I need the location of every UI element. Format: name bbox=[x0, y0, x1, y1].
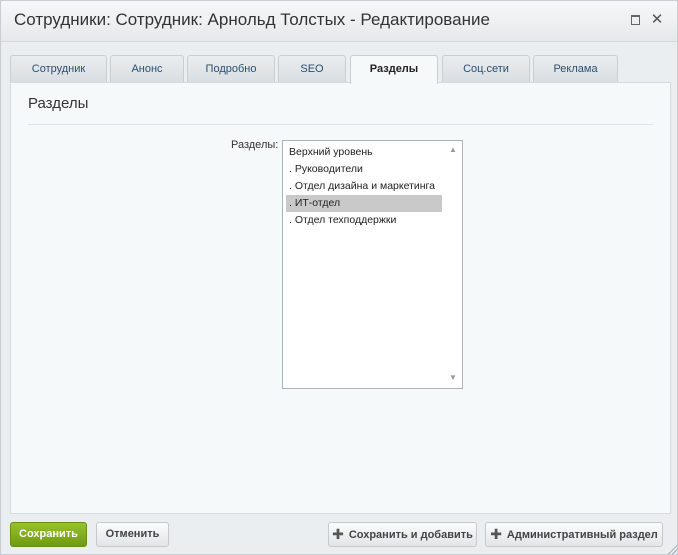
save-and-add-button[interactable]: ✚ Сохранить и добавить bbox=[328, 522, 477, 547]
plus-icon: ✚ bbox=[490, 526, 502, 542]
sections-panel: Разделы Разделы: Верхний уровень . Руков… bbox=[10, 82, 671, 514]
tab-employee[interactable]: Сотрудник bbox=[10, 55, 107, 82]
sections-field-label: Разделы: bbox=[231, 139, 279, 151]
plus-icon: ✚ bbox=[332, 526, 344, 542]
option-top-level[interactable]: Верхний уровень bbox=[286, 144, 442, 161]
scroll-up-icon[interactable]: ▲ bbox=[447, 145, 459, 155]
save-button[interactable]: Сохранить bbox=[10, 522, 87, 547]
maximize-icon[interactable] bbox=[627, 12, 643, 28]
dialog-title: Сотрудники: Сотрудник: Арнольд Толстых -… bbox=[14, 10, 490, 29]
title-bar[interactable]: Сотрудники: Сотрудник: Арнольд Толстых -… bbox=[1, 1, 677, 42]
admin-section-button[interactable]: ✚ Административный раздел bbox=[485, 522, 663, 547]
sections-multiselect[interactable]: Верхний уровень . Руководители . Отдел д… bbox=[282, 140, 463, 389]
tab-details[interactable]: Подробно bbox=[187, 55, 275, 82]
panel-divider bbox=[28, 124, 653, 125]
scroll-down-icon[interactable]: ▼ bbox=[447, 373, 459, 383]
option-design-marketing[interactable]: . Отдел дизайна и маркетинга bbox=[286, 178, 442, 195]
tab-ads[interactable]: Реклама bbox=[533, 55, 618, 82]
tab-seo[interactable]: SEO bbox=[278, 55, 346, 82]
panel-title: Разделы bbox=[28, 95, 89, 112]
close-icon[interactable]: ✕ bbox=[649, 12, 665, 28]
resize-handle[interactable] bbox=[667, 544, 677, 554]
option-support[interactable]: . Отдел техподдержки bbox=[286, 212, 442, 229]
tab-announce[interactable]: Анонс bbox=[110, 55, 184, 82]
option-it-department[interactable]: . ИТ-отдел bbox=[286, 195, 442, 212]
tab-social[interactable]: Соц.сети bbox=[442, 55, 530, 82]
edit-dialog: Сотрудники: Сотрудник: Арнольд Толстых -… bbox=[0, 0, 678, 555]
tab-sections[interactable]: Разделы bbox=[350, 55, 438, 84]
cancel-button[interactable]: Отменить bbox=[96, 522, 169, 547]
save-and-add-label: Сохранить и добавить bbox=[348, 529, 473, 541]
option-managers[interactable]: . Руководители bbox=[286, 161, 442, 178]
admin-section-label: Административный раздел bbox=[506, 529, 658, 541]
